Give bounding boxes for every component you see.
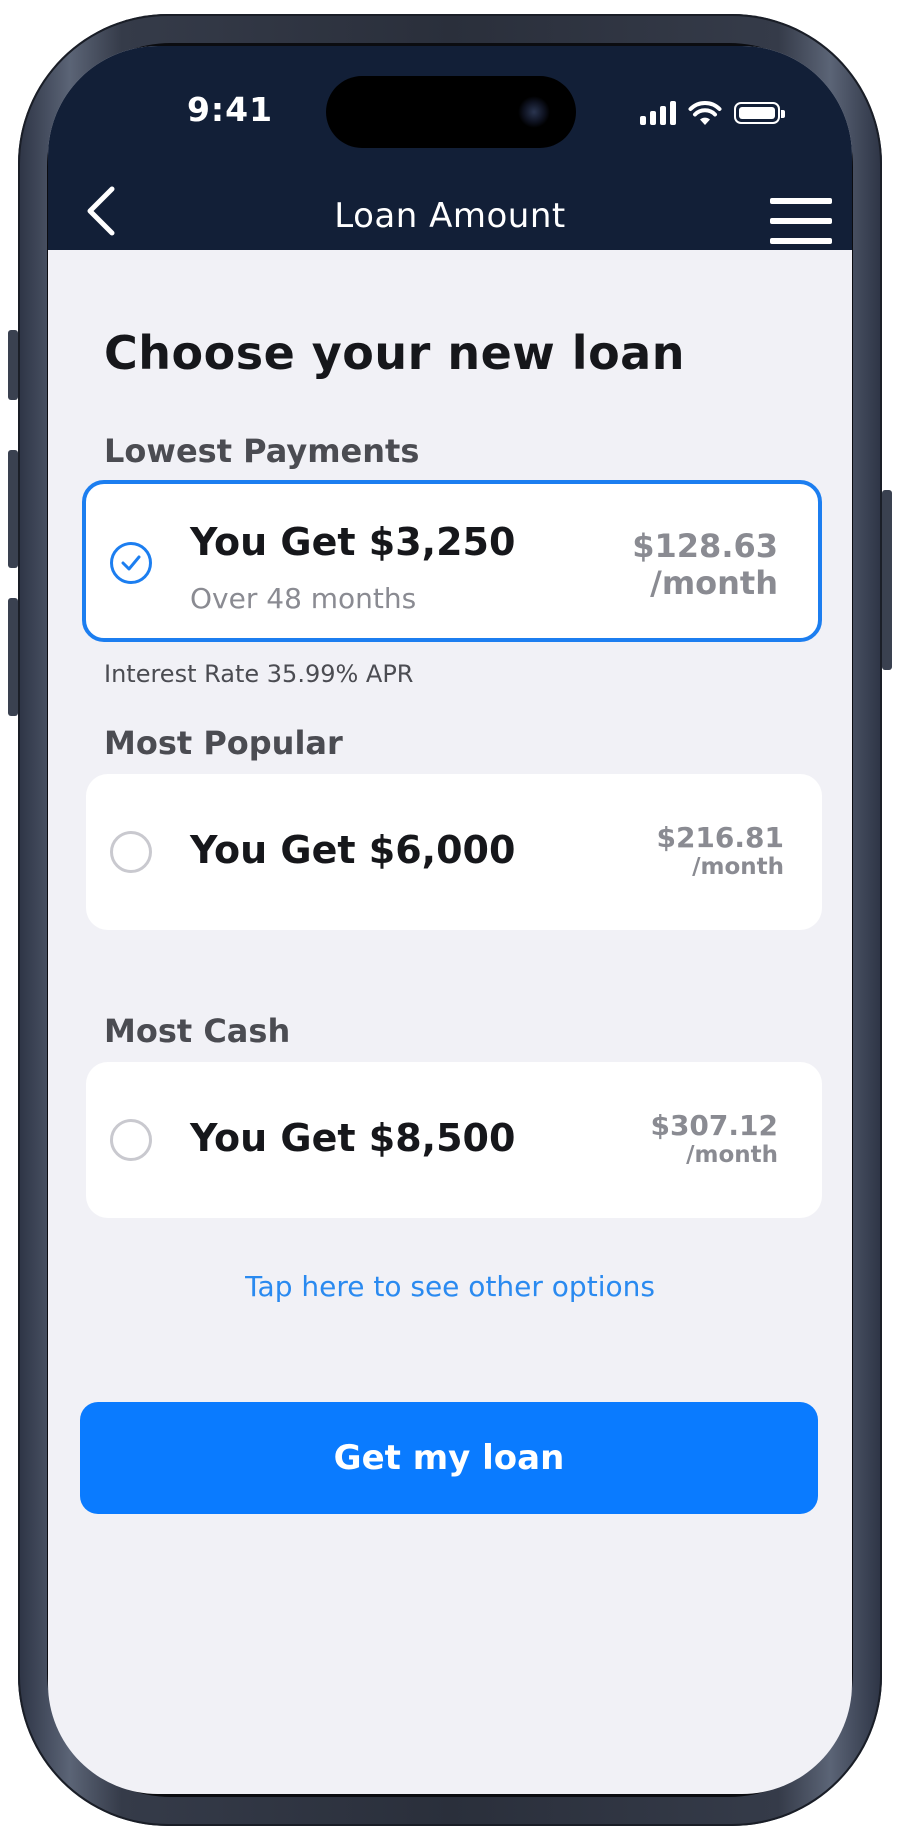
camera-icon [518,96,550,128]
payment-period: /month [650,563,778,602]
volume-up-button [8,450,18,568]
other-options-link[interactable]: Tap here to see other options [48,1270,852,1303]
monthly-payment: $216.81 /month [656,821,784,881]
monthly-payment: $128.63 /month [632,528,778,602]
payment-amount: $216.81 [656,821,784,854]
payment-amount: $128.63 [632,527,778,565]
nav-title: Loan Amount [334,196,566,236]
app-screen: 9:41 Loan Amount Choose your new loan Lo… [48,46,852,1794]
page-heading: Choose your new loan [104,326,685,380]
status-time: 9:41 [186,90,274,129]
section-label-most-popular: Most Popular [104,724,343,762]
monthly-payment: $307.12 /month [650,1109,778,1169]
volume-down-button [8,598,18,716]
payment-amount: $307.12 [650,1109,778,1142]
loan-option-card-most-popular[interactable]: You Get $6,000 $216.81 /month [86,774,822,930]
payment-period: /month [686,1142,778,1169]
loan-term: Over 48 months [190,582,417,615]
dynamic-island [326,76,576,148]
action-button [8,330,18,400]
radio-selected[interactable] [110,542,152,584]
status-icons [640,98,785,128]
wifi-icon [688,101,722,125]
checkmark-icon [121,555,141,571]
get-my-loan-button[interactable]: Get my loan [80,1402,818,1514]
signal-icon [640,101,676,125]
radio-unselected[interactable] [110,831,152,873]
loan-option-card-most-cash[interactable]: You Get $8,500 $307.12 /month [86,1062,822,1218]
loan-amount: You Get $3,250 [190,520,516,564]
radio-unselected[interactable] [110,1119,152,1161]
section-label-most-cash: Most Cash [104,1012,291,1050]
interest-rate-note: Interest Rate 35.99% APR [104,660,414,688]
loan-amount: You Get $8,500 [190,1116,516,1160]
loan-amount: You Get $6,000 [190,828,516,872]
battery-icon [734,102,785,124]
nav-bar: 9:41 Loan Amount [48,46,852,250]
power-button [882,490,892,670]
payment-period: /month [692,854,784,881]
section-label-lowest-payments: Lowest Payments [104,432,420,470]
loan-option-card-lowest-payments[interactable]: You Get $3,250 Over 48 months $128.63 /m… [82,480,822,642]
menu-button[interactable] [766,196,834,252]
